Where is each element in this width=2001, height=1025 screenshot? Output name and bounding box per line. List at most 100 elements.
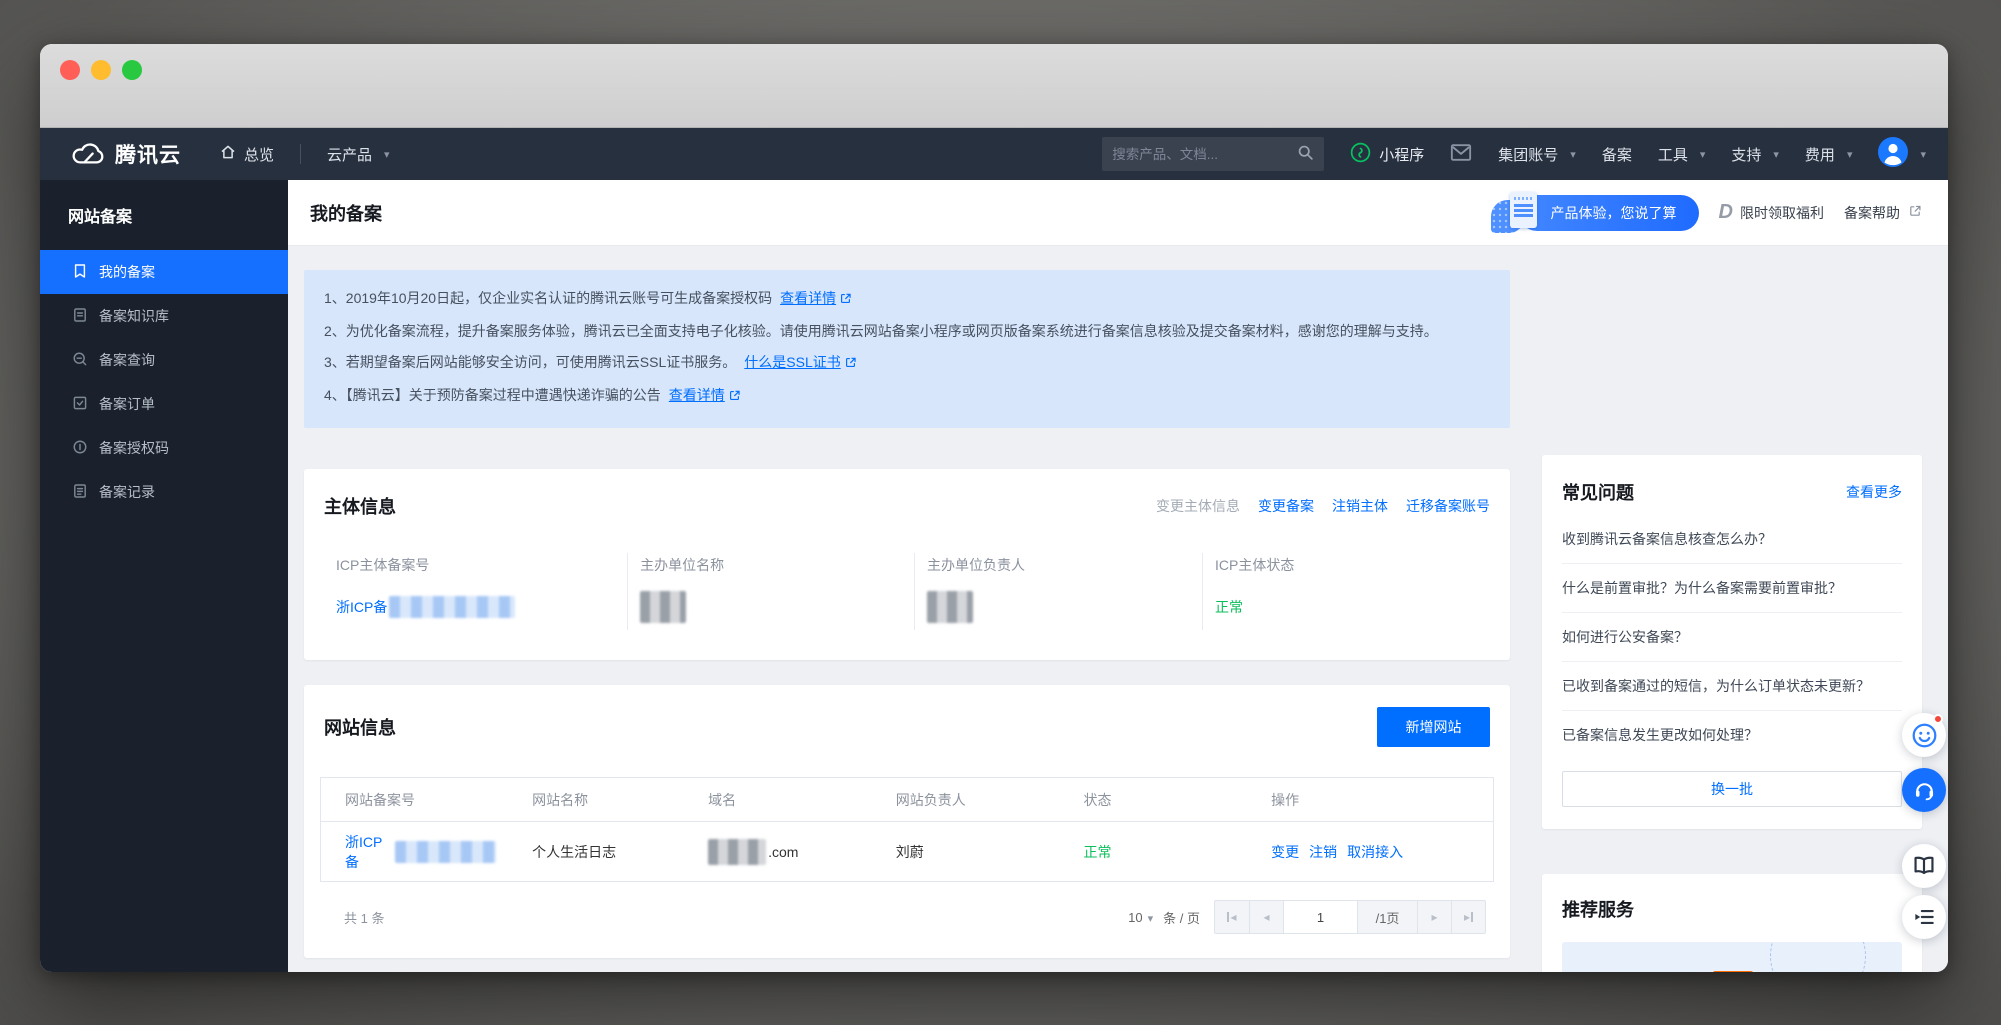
edi-card-title: EDI经营许可证 bbox=[1590, 968, 1703, 972]
migrate-account-link[interactable]: 迁移备案账号 bbox=[1406, 496, 1490, 516]
tencent-cloud-icon bbox=[70, 139, 106, 170]
website-info-card: 网站信息 新增网站 网站备案号 网站名称 域名 网站负责人 状态 操作 浙ICP… bbox=[304, 685, 1510, 958]
row-action-cancel-access[interactable]: 取消接入 bbox=[1347, 842, 1403, 862]
services-title: 推荐服务 bbox=[1562, 900, 1634, 920]
sidebar-item-beian-records[interactable]: 备案记录 bbox=[40, 470, 288, 514]
sidebar-item-auth-code[interactable]: 备案授权码 bbox=[40, 426, 288, 470]
faq-more-link[interactable]: 查看更多 bbox=[1846, 482, 1902, 502]
external-link-icon bbox=[1908, 204, 1922, 221]
product-feedback-banner[interactable]: 产品体验，您说了算 bbox=[1490, 191, 1699, 234]
mail-icon[interactable] bbox=[1450, 143, 1472, 166]
pagination: 1 /1页 bbox=[1214, 900, 1486, 934]
faq-card: 常见问题 查看更多 收到腾讯云备案信息核查怎么办？ 什么是前置审批？为什么备案需… bbox=[1542, 455, 1922, 829]
beian-help-link[interactable]: 备案帮助 bbox=[1844, 203, 1922, 223]
sidebar-title: 网站备案 bbox=[68, 209, 133, 226]
notice-4-detail-link[interactable]: 查看详情 bbox=[669, 387, 725, 403]
add-website-button[interactable]: 新增网站 bbox=[1377, 707, 1490, 747]
faq-item[interactable]: 收到腾讯云备案信息核查怎么办？ bbox=[1562, 515, 1902, 564]
website-info-title: 网站信息 bbox=[324, 718, 396, 738]
notice-line-2: 2、为优化备案流程，提升备案服务体验，腾讯云已全面支持电子化核验。请使用腾讯云网… bbox=[324, 323, 1438, 339]
zoom-window-button[interactable] bbox=[122, 60, 142, 80]
nav-billing[interactable]: 费用 bbox=[1805, 144, 1853, 165]
per-page-label: 条 / 页 bbox=[1163, 910, 1200, 926]
document-icon bbox=[72, 307, 88, 326]
nav-beian[interactable]: 备案 bbox=[1602, 144, 1632, 165]
sidebar-item-beian-query[interactable]: 备案查询 bbox=[40, 338, 288, 382]
documentation-button[interactable] bbox=[1902, 844, 1946, 888]
last-page-button[interactable] bbox=[1451, 901, 1485, 933]
nav-support[interactable]: 支持 bbox=[1731, 144, 1779, 165]
notice-line-3: 3、若期望备案后网站能够安全访问，可使用腾讯云SSL证书服务。 什么是SSL证书 bbox=[324, 347, 1490, 380]
prev-page-button[interactable] bbox=[1249, 901, 1283, 933]
customer-service-button[interactable] bbox=[1902, 768, 1946, 812]
faq-item[interactable]: 已备案信息发生更改如何处理？ bbox=[1562, 711, 1902, 759]
cancel-subject-link[interactable]: 注销主体 bbox=[1332, 496, 1388, 516]
nav-mini-program[interactable]: 小程序 bbox=[1350, 142, 1424, 167]
row-action-change[interactable]: 变更 bbox=[1271, 842, 1299, 862]
edi-license-card[interactable]: EDI经营许可证 HOT bbox=[1562, 942, 1902, 972]
col-domain: 域名 bbox=[708, 791, 737, 808]
sidebar-item-my-beian[interactable]: 我的备案 bbox=[40, 250, 288, 294]
home-icon bbox=[219, 143, 237, 165]
table-row: 浙ICP备 个人生活日志 .com 刘蔚 正常 变更 注销 取消接入 bbox=[320, 821, 1494, 882]
field-organizer-owner: 主办单位负责人 bbox=[913, 553, 1202, 630]
faq-item[interactable]: 已收到备案通过的短信，为什么订单状态未更新？ bbox=[1562, 662, 1902, 711]
sidebar-item-beian-orders[interactable]: 备案订单 bbox=[40, 382, 288, 426]
notification-dot bbox=[1933, 714, 1943, 724]
first-page-button[interactable] bbox=[1215, 901, 1249, 933]
external-link-icon bbox=[728, 382, 741, 413]
current-page-input[interactable]: 1 bbox=[1283, 901, 1357, 933]
brand-logo[interactable]: 腾讯云 bbox=[70, 139, 181, 170]
redacted-organizer-owner bbox=[926, 591, 973, 623]
notice-1-detail-link[interactable]: 查看详情 bbox=[780, 290, 836, 306]
next-page-button[interactable] bbox=[1417, 901, 1451, 933]
mini-program-icon bbox=[1350, 142, 1371, 167]
notice-line-1: 1、2019年10月20日起，仅企业实名认证的腾讯云账号可生成备案授权码 查看详情 bbox=[324, 283, 1490, 316]
faq-title: 常见问题 bbox=[1562, 483, 1634, 503]
faq-refresh-button[interactable]: 换一批 bbox=[1562, 771, 1902, 807]
faq-item[interactable]: 什么是前置审批？为什么备案需要前置审批？ bbox=[1562, 564, 1902, 613]
nav-group-account[interactable]: 集团账号 bbox=[1498, 144, 1576, 165]
minimize-window-button[interactable] bbox=[91, 60, 111, 80]
feedback-smiley-button[interactable] bbox=[1902, 713, 1946, 757]
page-size-select[interactable]: 10 bbox=[1128, 910, 1153, 925]
redacted-site-record bbox=[395, 840, 497, 863]
notice-line-4: 4、【腾讯云】关于预防备案过程中遭遇快递诈骗的公告 查看详情 bbox=[324, 380, 1490, 413]
change-beian-link[interactable]: 变更备案 bbox=[1258, 496, 1314, 516]
close-window-button[interactable] bbox=[60, 60, 80, 80]
search-input[interactable] bbox=[1112, 146, 1298, 162]
col-site-name: 网站名称 bbox=[532, 791, 589, 808]
redacted-record-number bbox=[389, 596, 516, 618]
navbar-search[interactable] bbox=[1102, 137, 1325, 171]
bookmark-icon bbox=[72, 263, 88, 282]
account-avatar[interactable] bbox=[1878, 137, 1926, 171]
search-icon[interactable] bbox=[1297, 144, 1314, 165]
external-link-icon bbox=[839, 285, 852, 316]
faq-item[interactable]: 如何进行公安备案？ bbox=[1562, 613, 1902, 662]
benefit-link[interactable]: D 限时领取福利 bbox=[1719, 201, 1824, 224]
nav-divider bbox=[300, 144, 302, 164]
redacted-domain bbox=[708, 838, 767, 865]
circle-info-icon bbox=[72, 439, 88, 458]
promo-pill-label[interactable]: 产品体验，您说了算 bbox=[1518, 194, 1699, 231]
recommended-services-card: 推荐服务 EDI经营许可证 HOT bbox=[1542, 874, 1922, 972]
row-action-cancel[interactable]: 注销 bbox=[1309, 842, 1337, 862]
document-lines-icon bbox=[72, 483, 88, 502]
col-status: 状态 bbox=[1083, 791, 1112, 808]
check-square-icon bbox=[72, 395, 88, 414]
dashed-circle-decoration bbox=[1770, 942, 1866, 972]
table-header-row: 网站备案号 网站名称 域名 网站负责人 状态 操作 bbox=[321, 778, 1494, 822]
sidebar: 网站备案 我的备案 备案知识库 备案查询 备案订单 备案授权码 备案记录 bbox=[40, 180, 288, 972]
total-pages-label: /1页 bbox=[1357, 901, 1417, 933]
nav-overview[interactable]: 总览 bbox=[219, 143, 274, 165]
nav-cloud-products[interactable]: 云产品 bbox=[327, 144, 390, 165]
window-titlebar bbox=[40, 44, 1948, 128]
hot-badge: HOT bbox=[1713, 970, 1753, 972]
nav-tools[interactable]: 工具 bbox=[1658, 144, 1706, 165]
promo-doc-illustration bbox=[1490, 191, 1539, 234]
ticket-list-button[interactable] bbox=[1902, 895, 1946, 939]
sidebar-item-knowledge-base[interactable]: 备案知识库 bbox=[40, 294, 288, 338]
cell-status: 正常 bbox=[1083, 843, 1112, 860]
notice-3-ssl-link[interactable]: 什么是SSL证书 bbox=[744, 354, 840, 370]
external-link-icon bbox=[844, 349, 857, 380]
